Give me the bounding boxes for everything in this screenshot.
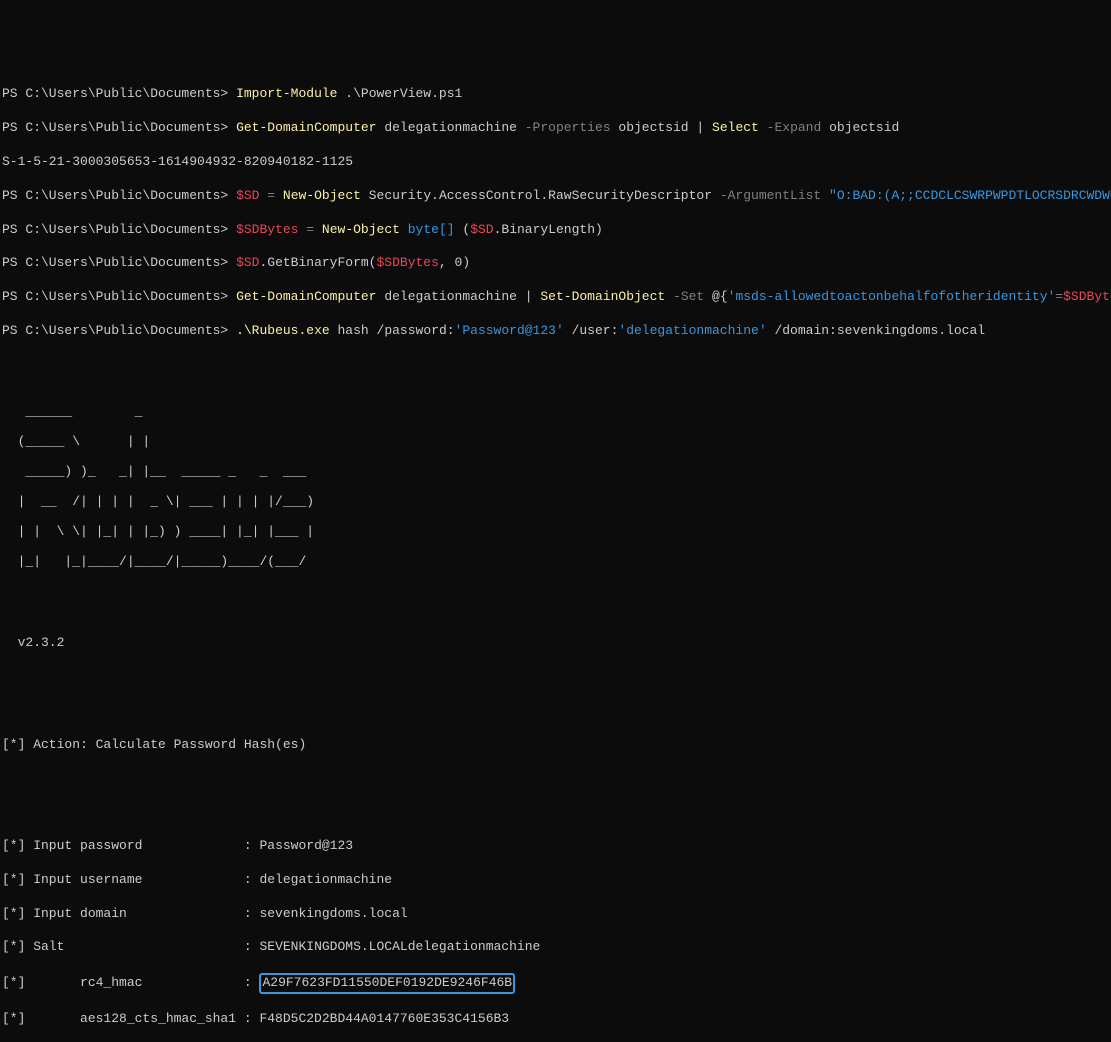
rubeus-ascii-art: ______ _ (_____ \ | | _____) )_ _| |__ _… [2, 390, 1109, 584]
result-password: [*] Input password : Password@123 [2, 838, 1109, 855]
result-domain: [*] Input domain : sevenkingdoms.local [2, 906, 1109, 923]
version-text: v2.3.2 [2, 635, 1109, 652]
terminal-output[interactable]: PS C:\Users\Public\Documents> Import-Mod… [2, 70, 1109, 1042]
command-line-3: PS C:\Users\Public\Documents> $SD = New-… [2, 188, 1109, 205]
action-line: [*] Action: Calculate Password Hash(es) [2, 737, 1109, 754]
command-line-4: PS C:\Users\Public\Documents> $SDBytes =… [2, 222, 1109, 239]
result-rc4: [*] rc4_hmac : A29F7623FD11550DEF0192DE9… [2, 973, 1109, 994]
result-aes128: [*] aes128_cts_hmac_sha1 : F48D5C2D2BD44… [2, 1011, 1109, 1028]
command-line-7: PS C:\Users\Public\Documents> .\Rubeus.e… [2, 323, 1109, 340]
prompt: PS C:\Users\Public\Documents> [2, 86, 228, 101]
rc4-hash-highlight: A29F7623FD11550DEF0192DE9246F46B [259, 973, 515, 994]
result-username: [*] Input username : delegationmachine [2, 872, 1109, 889]
command-line-6: PS C:\Users\Public\Documents> Get-Domain… [2, 289, 1109, 306]
output-sid: S-1-5-21-3000305653-1614904932-820940182… [2, 154, 1109, 171]
command-line-5: PS C:\Users\Public\Documents> $SD.GetBin… [2, 255, 1109, 272]
command-line-2: PS C:\Users\Public\Documents> Get-Domain… [2, 120, 1109, 137]
result-salt: [*] Salt : SEVENKINGDOMS.LOCALdelegation… [2, 939, 1109, 956]
cmd-import: Import-Module [236, 86, 337, 101]
command-line-1: PS C:\Users\Public\Documents> Import-Mod… [2, 86, 1109, 103]
